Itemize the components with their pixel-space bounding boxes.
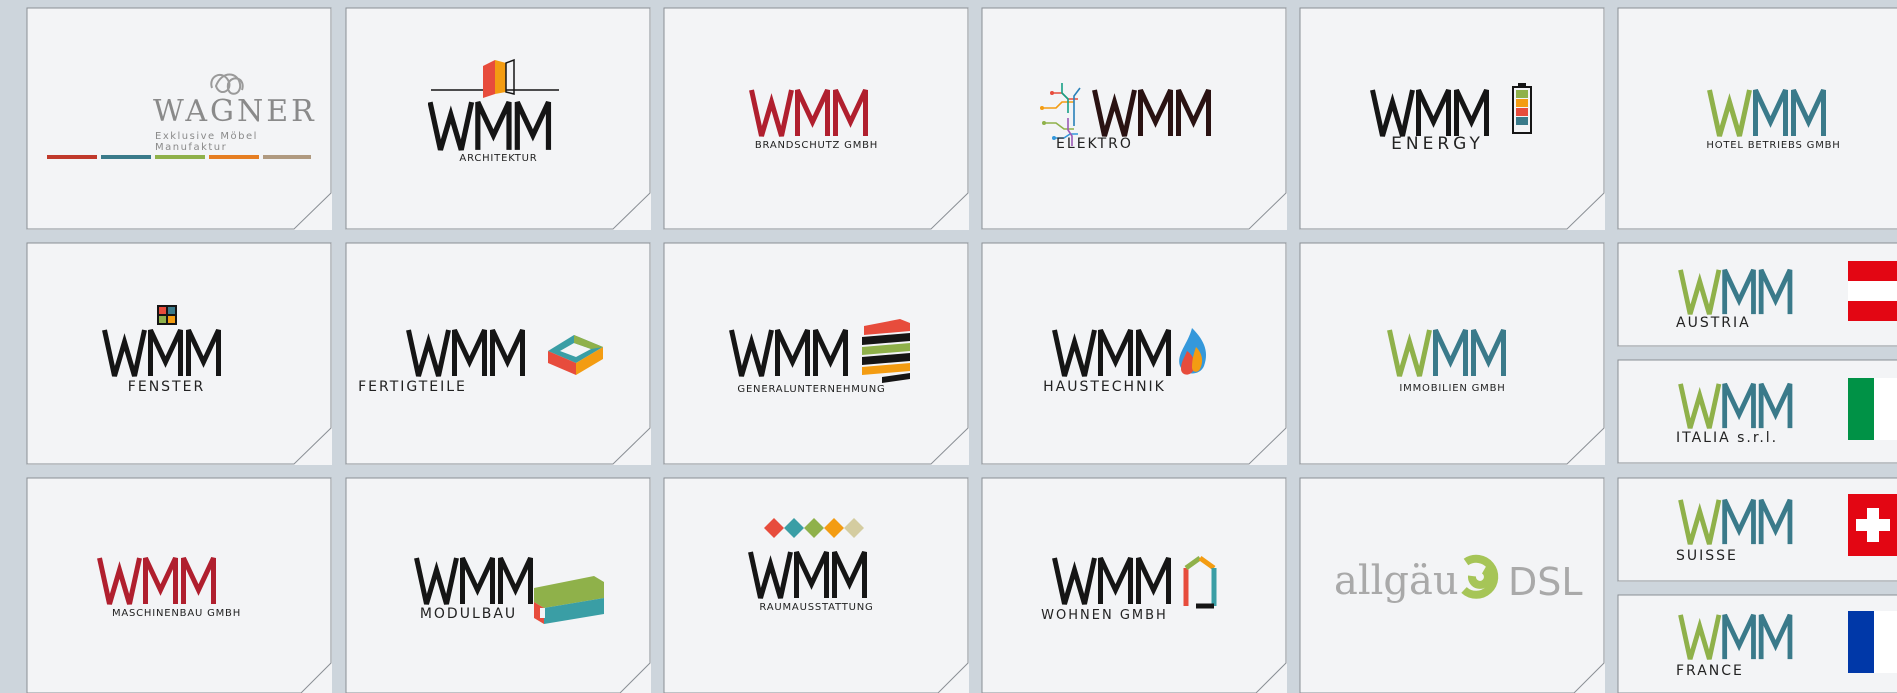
tile-haustechnik[interactable]: HAUSTECHNIK <box>981 242 1287 465</box>
haustechnik-caption: HAUSTECHNIK <box>1043 379 1166 395</box>
italy-flag-icon <box>1848 378 1897 440</box>
tile-hotel[interactable]: HOTEL BETRIEBS GMBH <box>1617 7 1897 230</box>
tile-elektro[interactable]: ELEKTRO <box>981 7 1287 230</box>
raum-logo <box>664 518 969 693</box>
austria-flag-icon <box>1848 261 1897 321</box>
tile-maschinenbau[interactable]: MASCHINENBAU GMBH <box>26 477 332 693</box>
battery-icon <box>1512 83 1532 134</box>
diamond-row-icon <box>764 518 864 538</box>
general-caption: GENERALUNTERNEHMUNG <box>737 384 886 395</box>
italia-logo <box>1618 378 1897 440</box>
architektur-logo <box>346 58 559 230</box>
suisse-logo <box>1618 494 1897 556</box>
wohnen-caption: WOHNEN GMBH <box>1041 608 1168 623</box>
tile-dsl[interactable]: allgäu DSL <box>1299 477 1605 693</box>
wohnen-logo <box>982 555 1217 609</box>
general-logo <box>664 319 910 383</box>
window-icon <box>157 305 177 325</box>
immobilien-caption: IMMOBILIEN GMBH <box>1399 383 1506 394</box>
tile-france[interactable]: FRANCE <box>1617 594 1897 693</box>
italia-caption: ITALIA s.r.l. <box>1676 430 1779 446</box>
elektro-logo <box>1040 83 1287 146</box>
dsl-swirl-icon <box>1461 554 1499 599</box>
stacked-building-icon <box>862 319 910 383</box>
tile-wohnen[interactable]: WOHNEN GMBH <box>981 477 1287 693</box>
maschinenbau-caption: MASCHINENBAU GMBH <box>111 608 242 619</box>
immobilien-logo <box>1300 243 1605 465</box>
tile-modulbau[interactable]: MODULBAU <box>345 477 651 693</box>
france-caption: FRANCE <box>1676 663 1744 679</box>
tile-fenster[interactable]: FENSTER <box>26 242 332 465</box>
raum-caption: RAUMAUSSTATTUNG <box>759 602 874 613</box>
tile-italia[interactable]: ITALIA s.r.l. <box>1617 359 1897 464</box>
hotel-caption: HOTEL BETRIEBS GMBH <box>1706 140 1841 151</box>
flame-drop-icon <box>1179 328 1207 375</box>
fertigteile-logo <box>346 243 603 465</box>
house-outline-icon <box>1183 555 1217 609</box>
wagner-tagline: Exklusive Möbel Manufaktur <box>155 131 258 153</box>
tile-general[interactable]: GENERALUNTERNEHMUNG <box>663 242 969 465</box>
modulbau-logo <box>346 478 604 624</box>
swiss-flag-icon <box>1848 494 1897 556</box>
brandschutz-logo <box>664 8 969 230</box>
france-logo <box>1618 611 1897 673</box>
tile-raum[interactable]: RAUMAUSSTATTUNG <box>663 477 969 693</box>
austria-logo <box>1618 261 1897 321</box>
hotel-logo <box>1618 8 1897 230</box>
modulbau-caption: MODULBAU <box>419 606 518 622</box>
france-flag-icon <box>1848 611 1897 673</box>
brandschutz-caption: BRANDSCHUTZ GMBH <box>754 140 879 151</box>
tile-brandschutz[interactable]: BRANDSCHUTZ GMBH <box>663 7 969 230</box>
tile-architektur[interactable]: ARCHITEKTUR <box>345 7 651 230</box>
fertigteile-caption: FERTIGTEILE <box>358 379 467 395</box>
austria-caption: AUSTRIA <box>1676 315 1751 331</box>
tile-austria[interactable]: AUSTRIA <box>1617 242 1897 347</box>
wagner-wordmark: WAGNER <box>153 94 317 129</box>
haustechnik-logo <box>982 328 1207 465</box>
energy-logo <box>1300 83 1532 230</box>
energy-caption: ENERGY <box>1391 134 1484 154</box>
suisse-caption: SUISSE <box>1676 548 1738 564</box>
tile-fertigteile[interactable]: FERTIGTEILE <box>345 242 651 465</box>
tile-immobilien[interactable]: IMMOBILIEN GMBH <box>1299 242 1605 465</box>
elektro-caption: ELEKTRO <box>1056 136 1133 152</box>
tile-energy[interactable]: ENERGY <box>1299 7 1605 230</box>
maschinenbau-logo <box>27 478 332 693</box>
dsl-brand-left: allgäu <box>1334 558 1459 604</box>
tile-suisse[interactable]: SUISSE <box>1617 477 1897 582</box>
tile-wagner[interactable]: WAGNER Exklusive Möbel Manufaktur <box>26 7 332 230</box>
dsl-brand-right: DSL <box>1508 560 1583 604</box>
prefab-ring-icon <box>548 335 603 375</box>
architektur-caption: ARCHITEKTUR <box>459 153 538 164</box>
fenster-logo <box>27 305 332 465</box>
